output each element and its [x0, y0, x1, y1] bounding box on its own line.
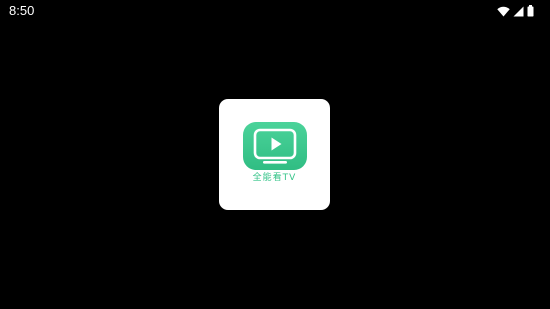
tv-play-icon	[243, 122, 307, 170]
splash-screen: 8:50 全能看TV	[0, 0, 550, 309]
wifi-icon	[497, 6, 510, 17]
status-bar: 8:50	[0, 0, 550, 22]
app-logo-card: 全能看TV	[219, 99, 330, 210]
status-time: 8:50	[9, 3, 35, 18]
battery-icon	[527, 5, 534, 17]
cellular-signal-icon	[513, 6, 524, 17]
status-icons	[497, 4, 534, 18]
app-name: 全能看TV	[252, 173, 297, 183]
